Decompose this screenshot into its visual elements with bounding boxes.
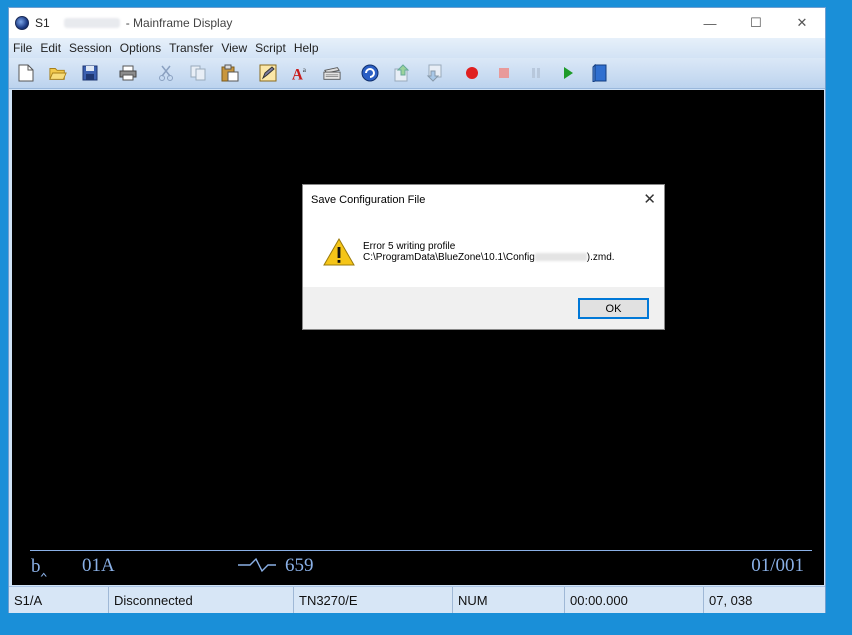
print-icon[interactable] [119,64,137,82]
bluezone-app-icon[interactable] [15,16,29,30]
save-icon[interactable] [81,64,99,82]
warning-icon [323,237,355,272]
menu-script[interactable]: Script [251,41,290,55]
menu-options[interactable]: Options [116,41,165,55]
ok-button[interactable]: OK [578,298,649,319]
redacted-path [534,253,587,262]
menu-bar: File Edit Session Options Transfer View … [9,38,825,58]
oia-field-659: 659 [285,555,314,576]
menu-edit[interactable]: Edit [36,41,65,55]
new-icon[interactable] [17,64,35,82]
open-icon[interactable] [49,64,67,82]
download-icon[interactable] [425,64,443,82]
minimize-button[interactable]: — [687,8,733,38]
stop-icon[interactable] [495,64,513,82]
svg-text:a: a [303,66,307,74]
paste-icon[interactable] [221,64,239,82]
status-timer: 00:00.000 [565,587,704,613]
book-icon[interactable] [591,64,609,82]
status-cursor-position: 07, 038 [709,592,753,608]
menu-session[interactable]: Session [65,41,116,55]
status-session: S1/A [9,587,109,613]
save-configuration-dialog: Save Configuration File ✕ Error 5 writin… [302,184,665,330]
copy-icon[interactable] [189,64,207,82]
dialog-title: Save Configuration File [311,194,426,206]
connect-icon[interactable] [361,64,379,82]
comm-check-icon [236,553,278,581]
menu-help[interactable]: Help [290,41,323,55]
menu-transfer[interactable]: Transfer [165,41,217,55]
oia-separator [30,550,812,551]
maximize-button[interactable]: ☐ [733,8,779,38]
status-num-lock: NUM [453,587,565,613]
cursor-position: 01/001 [751,555,804,576]
keyboard-icon[interactable] [323,64,341,82]
title-bar[interactable]: S1 - Mainframe Display — ☐ ✕ [9,8,825,38]
status-bar: S1/A Disconnected TN3270/E NUM 00:00.000… [9,586,825,613]
status-terminal-type: TN3270/E [294,587,453,613]
window-title: - Mainframe Display [125,16,233,30]
status-connection: Disconnected [109,587,294,613]
svg-text:A: A [292,66,303,82]
menu-view[interactable]: View [217,41,251,55]
record-icon[interactable] [463,64,481,82]
font-icon[interactable]: Aa [291,64,309,82]
menu-file[interactable]: File [9,41,36,55]
session-name: S1 [35,16,50,30]
dialog-message: Error 5 writing profile C:\ProgramData\B… [363,241,615,263]
dialog-footer: OK [303,287,664,329]
dialog-close-button[interactable]: ✕ [643,190,656,208]
redacted-title [63,18,120,28]
error-line: Error 5 writing profile [363,241,456,252]
close-button[interactable]: ✕ [779,8,825,38]
upload-icon[interactable] [393,64,411,82]
pause-icon[interactable] [527,64,545,82]
terminal-screen[interactable]: b‸ 01A 659 01/001 [12,90,824,585]
edit-icon[interactable] [259,64,277,82]
cut-icon[interactable] [157,64,175,82]
operator-information-area: b‸ 01A 659 01/001 [12,552,824,582]
toolbar: Aa [9,58,825,89]
oia-field-01a: 01A [82,555,115,576]
oia-indicator: b‸ [31,556,47,577]
path-suffix: ).zmd. [586,252,615,263]
play-icon[interactable] [559,64,577,82]
path-prefix: C:\ProgramData\BlueZone\10.1\Config [363,252,535,263]
